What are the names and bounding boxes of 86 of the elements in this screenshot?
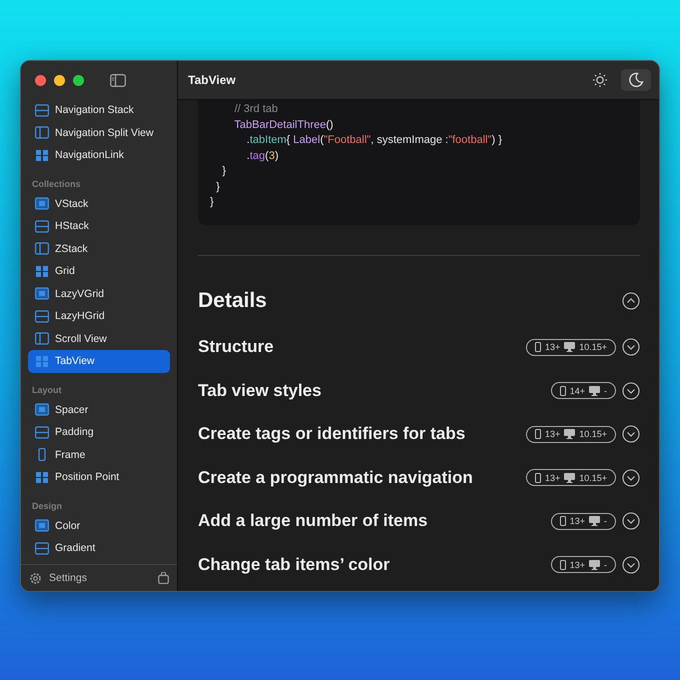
item-icon	[35, 354, 49, 368]
monitor-icon	[564, 342, 576, 352]
section-header: Design	[31, 500, 64, 513]
code-line: // 3rd tab	[233, 102, 279, 117]
sidebar-toggle-icon[interactable]	[110, 74, 126, 86]
item-icon	[35, 310, 49, 323]
monitor-icon	[589, 386, 600, 396]
phone-icon	[560, 516, 566, 526]
section-header: Layout	[31, 384, 63, 397]
topic-title[interactable]: Structure	[198, 337, 520, 358]
sidebar-item[interactable]: Grid	[28, 260, 170, 282]
moon-icon	[628, 72, 644, 88]
sidebar-item[interactable]: Color	[28, 514, 170, 537]
code-line: }	[215, 180, 221, 194]
item-icon	[35, 197, 49, 210]
chevron-down-icon[interactable]	[622, 425, 640, 444]
sun-icon	[592, 72, 608, 88]
dark-mode-button[interactable]	[621, 69, 651, 91]
availability-badge: 13+ 10.15+	[526, 426, 616, 443]
item-icon	[35, 148, 49, 162]
section-header: Collections	[31, 178, 82, 190]
minimize-button[interactable]	[54, 74, 65, 86]
sidebar-item[interactable]: HStack	[28, 215, 170, 238]
chevron-down-icon[interactable]	[622, 468, 640, 487]
sidebar-item[interactable]: Position Point	[28, 466, 170, 488]
phone-icon	[534, 342, 541, 352]
sidebar-item[interactable]: VStack	[28, 192, 170, 215]
code-line: .tag(3)	[246, 148, 280, 164]
chevron-up-icon[interactable]	[622, 292, 640, 310]
sidebar-item[interactable]: Padding	[28, 421, 170, 444]
monitor-icon	[564, 472, 576, 483]
sidebar-item[interactable]: Gradient	[28, 537, 170, 560]
monitor-icon	[564, 429, 576, 440]
item-icon	[35, 220, 49, 233]
sidebar-item[interactable]: Spacer	[28, 398, 170, 421]
chevron-down-icon[interactable]	[622, 512, 640, 530]
close-button[interactable]	[35, 74, 46, 86]
bag-icon[interactable]	[158, 572, 169, 584]
phone-icon	[534, 429, 541, 440]
code-line: .tabItem{ Label("Football", systemImage :"football") }	[246, 133, 504, 148]
availability-badge: 14+ -	[550, 382, 616, 400]
availability-badge: 13+ 10.15+	[526, 338, 616, 356]
monitor-icon	[589, 516, 600, 526]
sidebar-item[interactable]: Navigation Stack	[28, 99, 170, 122]
code-line: TabBarDetailThree()	[233, 118, 334, 132]
sidebar-item[interactable]: Navigation Split View	[28, 122, 170, 144]
phone-icon	[560, 386, 566, 396]
phone-icon	[534, 472, 541, 483]
topic-title[interactable]: Tab view styles	[198, 380, 545, 401]
sidebar-item[interactable]: ZStack	[28, 238, 170, 260]
topic-title[interactable]: Create tags or identifiers for tabs	[198, 424, 520, 444]
chevron-down-icon[interactable]	[622, 556, 640, 574]
phone-icon	[560, 560, 566, 570]
topic-title[interactable]: Add a large number of items	[198, 511, 545, 532]
item-icon	[35, 104, 49, 117]
monitor-icon	[589, 560, 600, 570]
item-icon	[35, 542, 49, 555]
item-icon	[35, 287, 49, 300]
item-icon	[35, 264, 49, 278]
item-icon	[35, 519, 49, 532]
topic-title[interactable]: Change tab items’ color	[198, 554, 545, 575]
sidebar-item[interactable]: TabView	[28, 350, 170, 372]
topic-title[interactable]: Create a programmatic navigation	[198, 468, 520, 488]
item-icon	[35, 242, 49, 256]
availability-badge: 13+ -	[550, 556, 616, 574]
sidebar-item[interactable]: Frame	[28, 444, 170, 466]
sidebar-item[interactable]: LazyVGrid	[28, 282, 170, 305]
sidebar-item[interactable]: NavigationLink	[28, 144, 170, 166]
code-line: }	[210, 195, 215, 210]
availability-badge: 13+ 10.15+	[526, 469, 616, 486]
availability-badge: 13+ -	[550, 512, 616, 530]
window-title: TabView	[188, 73, 237, 87]
item-icon	[35, 332, 49, 346]
chevron-down-icon[interactable]	[622, 338, 640, 356]
settings-link[interactable]: Settings	[49, 572, 151, 584]
section-title: Details	[198, 288, 267, 312]
sidebar-item[interactable]: Scroll View	[28, 328, 170, 350]
item-icon	[35, 426, 49, 439]
item-icon	[35, 403, 49, 416]
code-line: }	[221, 164, 227, 179]
sidebar-item[interactable]: LazyHGrid	[28, 305, 170, 328]
chevron-down-icon[interactable]	[622, 382, 640, 400]
settings-icon	[29, 572, 42, 584]
zoom-button[interactable]	[73, 74, 84, 86]
item-icon	[35, 470, 49, 484]
item-icon	[35, 126, 49, 140]
